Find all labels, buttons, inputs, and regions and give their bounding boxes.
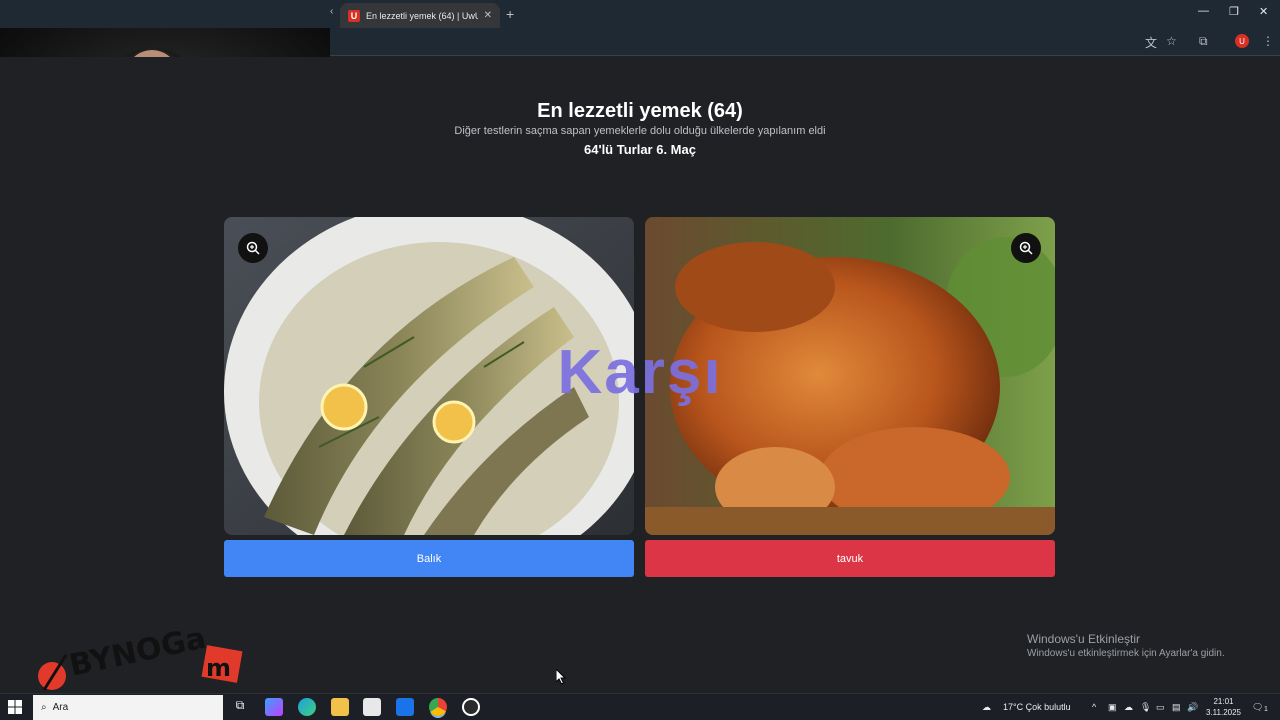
zoom-in-left-button[interactable] (238, 233, 268, 263)
windows-activation-title: Windows'u Etkinleştir (1027, 632, 1140, 646)
task-view-icon[interactable]: ⧉ (231, 698, 249, 716)
svg-text:m: m (206, 654, 231, 682)
volume-icon[interactable]: 🔊 (1187, 702, 1198, 713)
taskbar-clock[interactable]: 21:01 3.11.2025 (1206, 696, 1241, 718)
network-icon[interactable]: ▤ (1172, 702, 1181, 713)
taskbar-search-box[interactable]: ⌕ Ara (33, 695, 223, 720)
outlook-mail-icon[interactable] (396, 698, 414, 716)
browser-tab-bar: ‹ U En lezzetli yemek (64) | UwUFUFU ✕ +… (0, 0, 1280, 28)
meet-now-icon[interactable]: ▭ (1156, 702, 1165, 713)
zoom-in-icon (246, 241, 260, 255)
minimize-window-icon[interactable]: — (1198, 5, 1209, 17)
browser-menu-icon[interactable]: ⋮ (1262, 34, 1274, 48)
windows-start-icon[interactable] (8, 700, 22, 714)
tab-scroll-left-icon[interactable]: ‹ (330, 6, 333, 17)
page-subtitle: Diğer testlerin saçma sapan yemeklerle d… (454, 125, 826, 137)
profile-avatar[interactable]: U (1235, 34, 1249, 48)
restore-window-icon[interactable]: ❐ (1229, 5, 1239, 18)
edge-browser-icon[interactable] (298, 698, 316, 716)
choice-button-left[interactable]: Balık (224, 540, 634, 577)
zoom-in-right-button[interactable] (1011, 233, 1041, 263)
browser-tab-active[interactable]: U En lezzetli yemek (64) | UwUFUFU ✕ (340, 3, 500, 28)
windows-activation-subtitle: Windows'u etkinleştirmek için Ayarlar'a … (1027, 648, 1225, 659)
zoom-in-icon (1019, 241, 1033, 255)
translate-icon[interactable]: 文 (1145, 34, 1157, 51)
clock-date: 3.11.2025 (1206, 708, 1241, 717)
tab-title: En lezzetli yemek (64) | UwUFUFU (366, 10, 478, 21)
round-indicator: 64'lü Turlar 6. Maç (584, 142, 696, 157)
mouse-cursor-icon (556, 669, 566, 685)
page-content: En lezzetli yemek (64) Diğer testlerin s… (0, 57, 1280, 693)
new-tab-button[interactable]: + (506, 6, 514, 22)
cloud-sync-icon[interactable]: ☁ (1124, 702, 1133, 713)
clock-time: 21:01 (1213, 697, 1234, 706)
bookmark-star-icon[interactable]: ☆ (1166, 34, 1177, 48)
browser-toolbar: 文 ☆ ⧉ U ⋮ (330, 28, 1280, 56)
svg-text:BYNOGa: BYNOGa (66, 621, 209, 684)
copilot-icon[interactable] (265, 698, 283, 716)
obs-studio-icon[interactable] (462, 698, 480, 716)
channel-watermark-logo: BYNOGa m (38, 621, 243, 691)
choice-card-left[interactable] (224, 217, 634, 535)
screen: ‹ U En lezzetli yemek (64) | UwUFUFU ✕ +… (0, 0, 1280, 720)
fish-dish-image (224, 217, 634, 535)
weather-icon[interactable]: ☁ (982, 702, 991, 713)
microsoft-store-icon[interactable] (363, 698, 381, 716)
file-explorer-icon[interactable] (331, 698, 349, 716)
choice-card-right[interactable] (645, 217, 1055, 535)
taskbar-search-placeholder: Ara (52, 702, 69, 713)
search-icon: ⌕ (41, 702, 47, 713)
tray-overflow-chevron-icon[interactable]: ^ (1092, 702, 1096, 712)
tab-close-icon[interactable]: ✕ (484, 10, 492, 21)
notification-count: 1 (1264, 706, 1268, 713)
page-title: En lezzetli yemek (64) (537, 100, 743, 122)
microphone-icon[interactable]: 🎙 (1140, 702, 1151, 713)
chrome-browser-icon[interactable] (429, 698, 447, 716)
weather-status[interactable]: 17°C Çok bulutlu (1003, 702, 1071, 712)
notification-center-icon[interactable]: 🗨 (1252, 702, 1263, 713)
roast-chicken-image (645, 217, 1055, 535)
choice-button-right[interactable]: tavuk (645, 540, 1055, 577)
extensions-puzzle-icon[interactable]: ⧉ (1199, 34, 1208, 49)
site-favicon-icon: U (348, 9, 360, 22)
close-window-icon[interactable]: ✕ (1259, 5, 1268, 18)
tray-app-icon[interactable]: ▣ (1108, 702, 1117, 713)
windows-taskbar: ⌕ Ara ⧉ ☁ 17°C Çok bulutlu ^ ▣ ☁ 🎙 ▭ ▤ 🔊… (0, 693, 1280, 720)
